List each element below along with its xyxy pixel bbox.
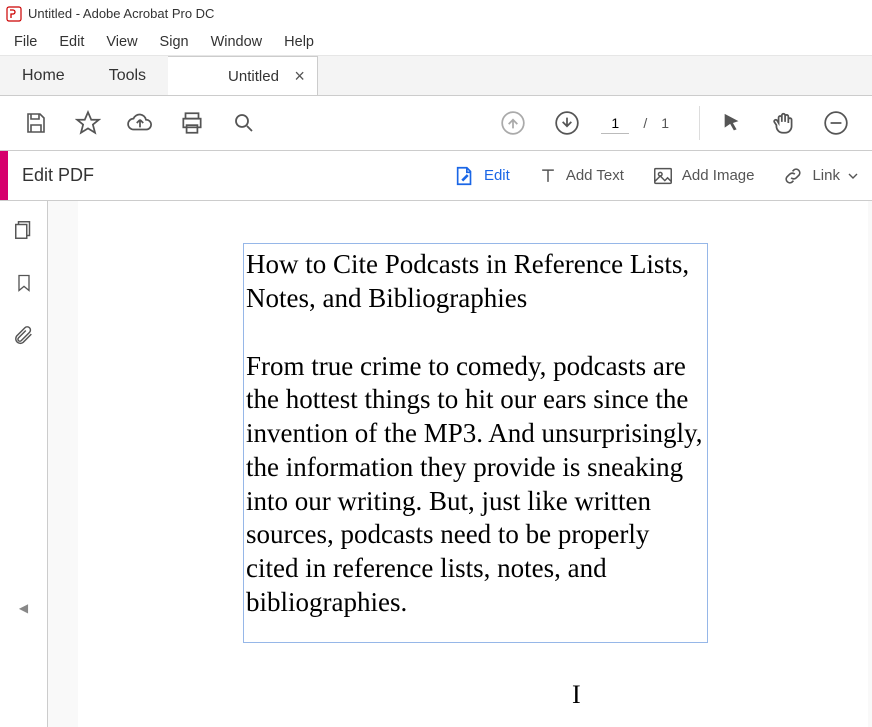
- add-text-action[interactable]: Add Text: [524, 160, 638, 192]
- page-up-button[interactable]: [493, 103, 533, 143]
- link-action-label: Link: [812, 167, 840, 184]
- tab-document[interactable]: Untitled ×: [168, 56, 318, 95]
- document-area[interactable]: How to Cite Podcasts in Reference Lists,…: [48, 201, 872, 727]
- link-action[interactable]: Link: [768, 159, 872, 193]
- tabrow: Home Tools Untitled ×: [0, 56, 872, 96]
- hand-tool-button[interactable]: [764, 103, 804, 143]
- app-icon: [6, 6, 22, 22]
- zoom-out-button[interactable]: [816, 103, 856, 143]
- text-cursor-icon: I: [572, 680, 581, 710]
- page-separator: /: [643, 115, 647, 131]
- print-button[interactable]: [172, 103, 212, 143]
- selection-tool-button[interactable]: [712, 103, 752, 143]
- edit-pdf-accent: [0, 151, 8, 200]
- document-heading[interactable]: How to Cite Podcasts in Reference Lists,…: [246, 248, 705, 316]
- add-image-label: Add Image: [682, 167, 755, 184]
- menubar: File Edit View Sign Window Help: [0, 28, 872, 56]
- workspace: ◀ How to Cite Podcasts in Reference List…: [0, 201, 872, 727]
- chevron-down-icon: [848, 171, 858, 181]
- window-title: Untitled - Adobe Acrobat Pro DC: [28, 6, 214, 21]
- main-toolbar: / 1: [0, 96, 872, 151]
- thumbnails-panel-button[interactable]: [13, 219, 35, 241]
- menu-help[interactable]: Help: [274, 30, 324, 54]
- left-rail: ◀: [0, 201, 48, 727]
- edit-action-label: Edit: [484, 167, 510, 184]
- tab-close-button[interactable]: ×: [294, 66, 305, 87]
- edit-action[interactable]: Edit: [440, 159, 524, 193]
- page-total: 1: [661, 115, 669, 131]
- page-down-button[interactable]: [547, 103, 587, 143]
- menu-view[interactable]: View: [96, 30, 147, 54]
- edit-pdf-title: Edit PDF: [8, 165, 94, 186]
- star-button[interactable]: [68, 103, 108, 143]
- cloud-upload-button[interactable]: [120, 103, 160, 143]
- edit-pdf-bar: Edit PDF Edit Add Text Add Image Link: [0, 151, 872, 201]
- add-image-action[interactable]: Add Image: [638, 159, 769, 193]
- bookmarks-panel-button[interactable]: [14, 271, 34, 295]
- save-button[interactable]: [16, 103, 56, 143]
- tab-tools-label: Tools: [109, 67, 146, 85]
- link-icon: [782, 165, 804, 187]
- titlebar: Untitled - Adobe Acrobat Pro DC: [0, 0, 872, 28]
- text-icon: [538, 166, 558, 186]
- page-number-input[interactable]: [601, 113, 629, 134]
- menu-sign[interactable]: Sign: [150, 30, 199, 54]
- collapse-rail-button[interactable]: ◀: [19, 601, 28, 615]
- image-icon: [652, 165, 674, 187]
- find-button[interactable]: [224, 103, 264, 143]
- attachments-panel-button[interactable]: [13, 325, 35, 347]
- page-nav: / 1: [493, 103, 669, 143]
- document-body[interactable]: From true crime to comedy, podcasts are …: [246, 350, 705, 620]
- tab-tools[interactable]: Tools: [87, 56, 168, 95]
- text-edit-frame[interactable]: How to Cite Podcasts in Reference Lists,…: [243, 243, 708, 643]
- toolbar-separator: [699, 106, 700, 140]
- tab-home-label: Home: [22, 67, 65, 85]
- edit-icon: [454, 165, 476, 187]
- menu-file[interactable]: File: [4, 30, 47, 54]
- add-text-label: Add Text: [566, 167, 624, 184]
- menu-window[interactable]: Window: [201, 30, 273, 54]
- tab-home[interactable]: Home: [0, 56, 87, 95]
- tab-document-label: Untitled: [228, 68, 279, 85]
- pdf-page: How to Cite Podcasts in Reference Lists,…: [78, 201, 868, 727]
- menu-edit[interactable]: Edit: [49, 30, 94, 54]
